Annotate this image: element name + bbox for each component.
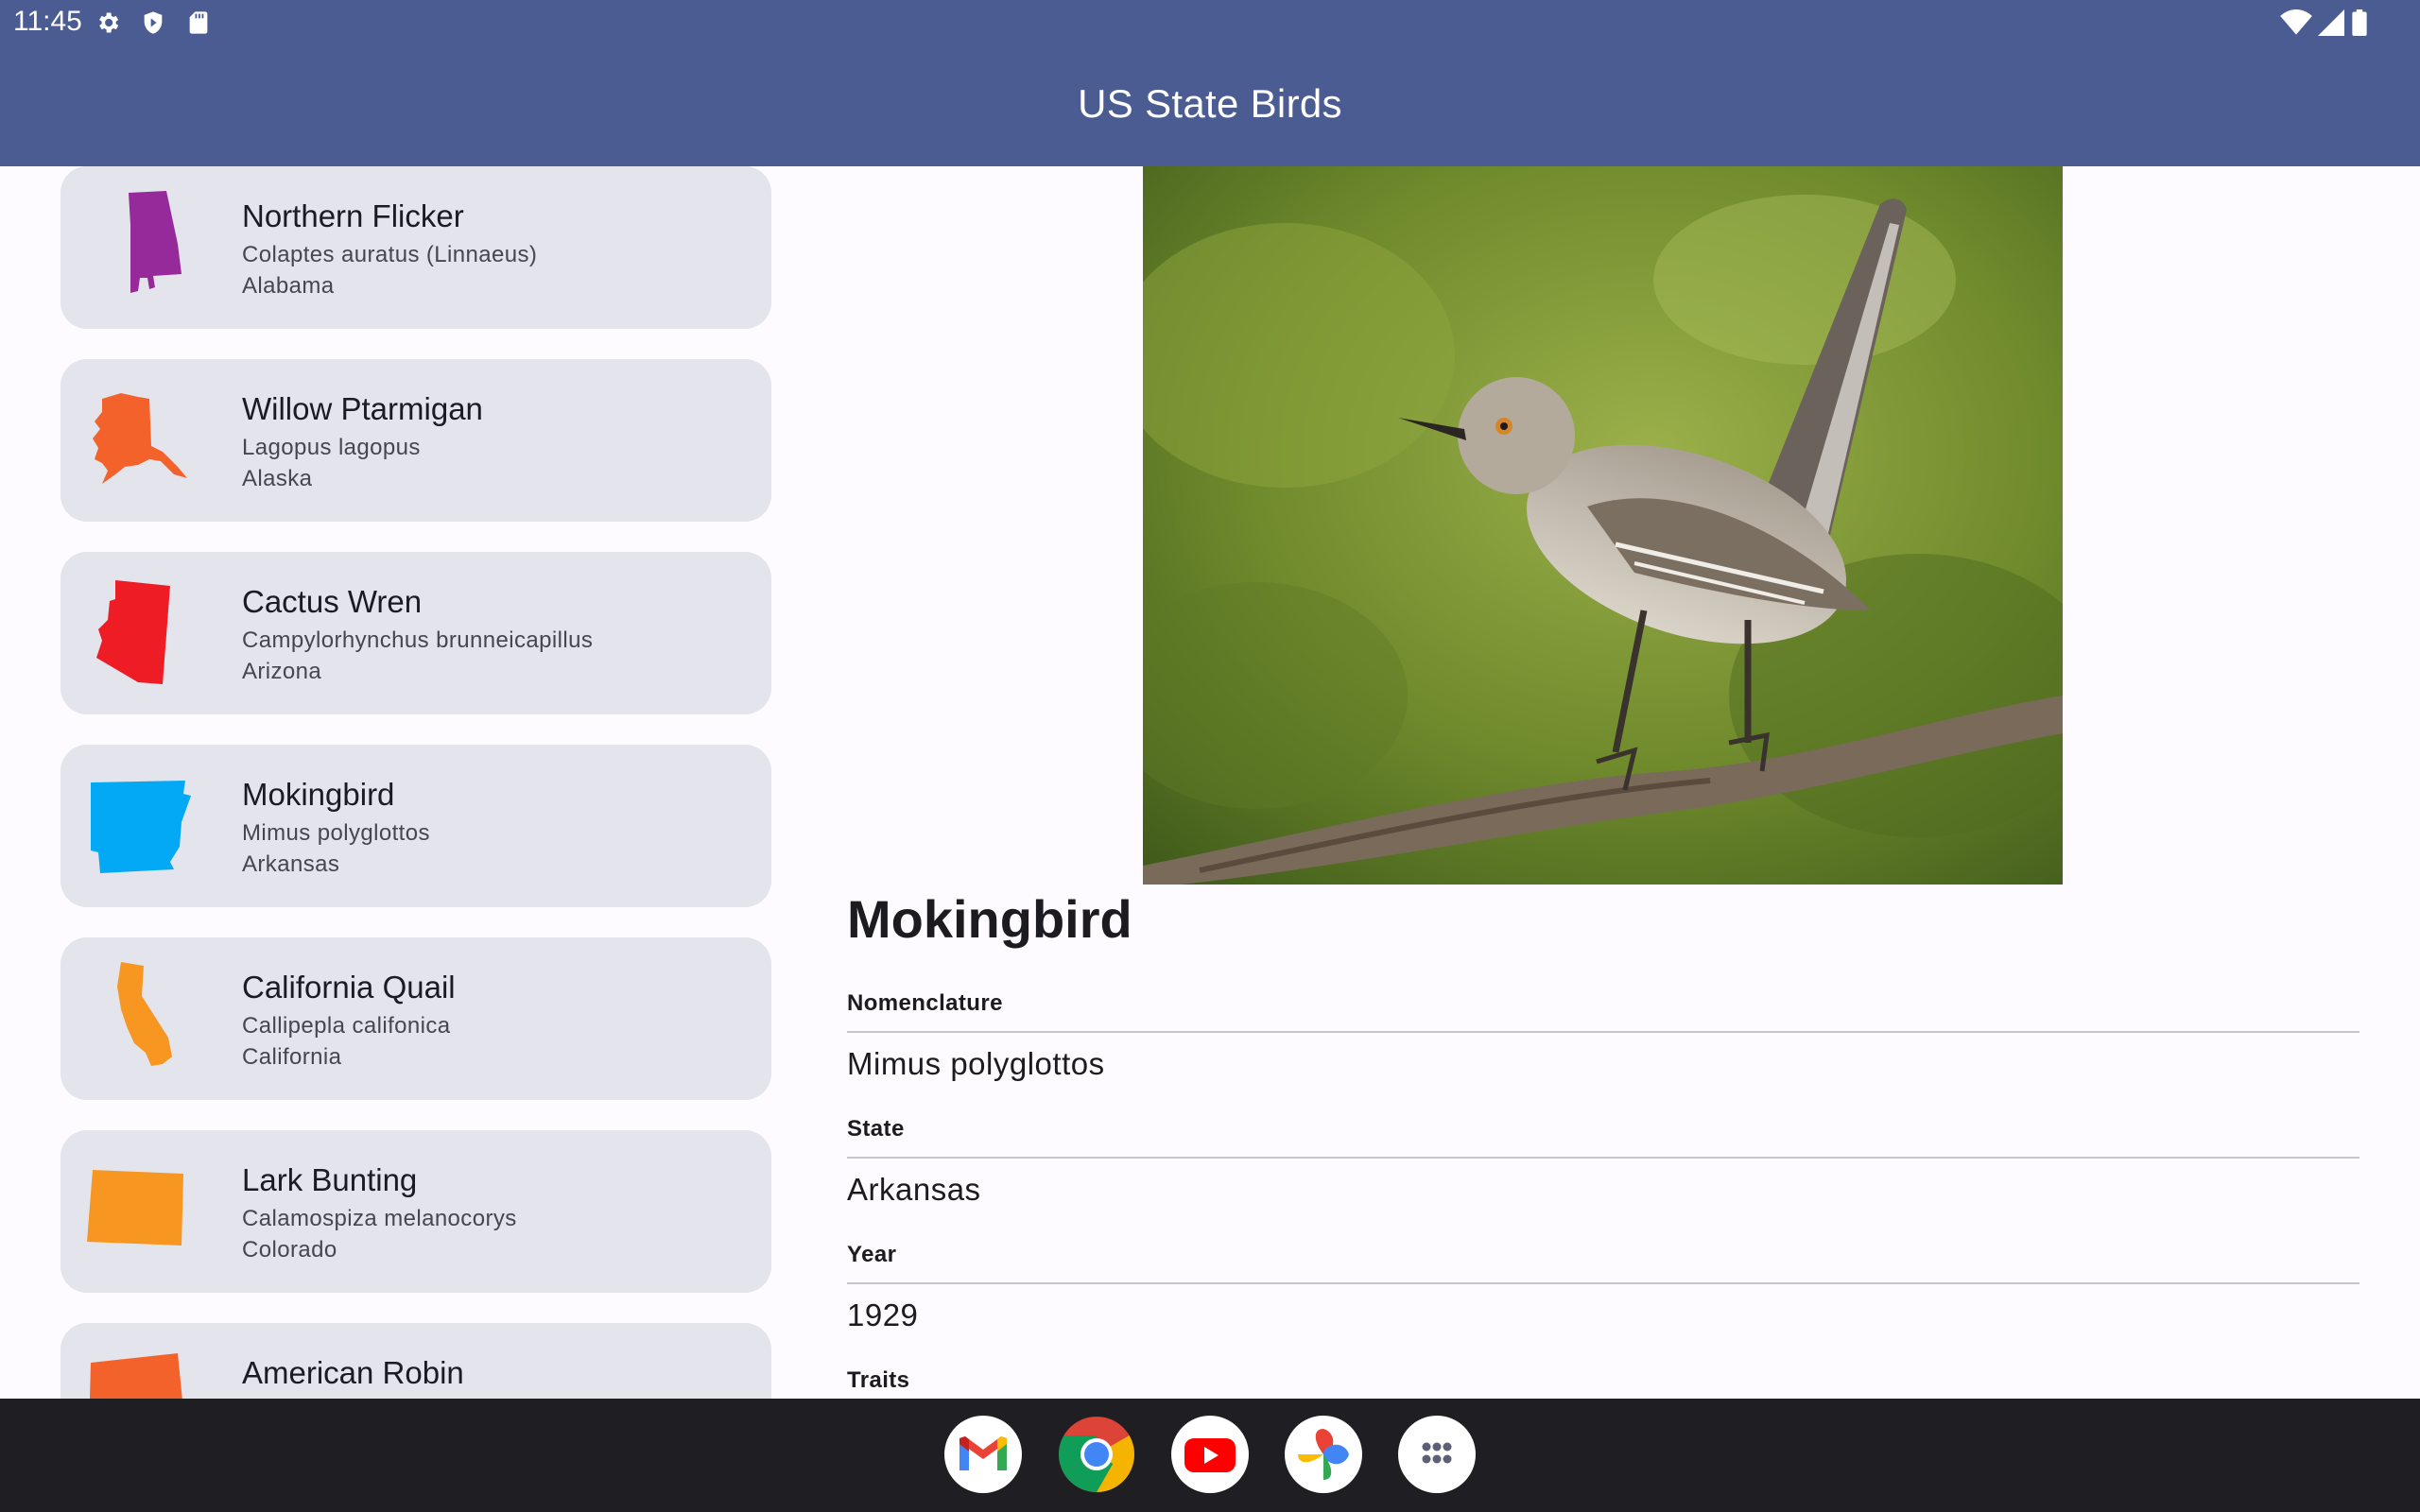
bird-name: Mokingbird <box>242 777 395 812</box>
status-time: 11:45 <box>13 6 82 37</box>
bird-scientific-name: Calamospiza melanocorys <box>242 1206 517 1231</box>
nomenclature-value: Mimus polyglottos <box>847 1046 1105 1081</box>
bird-card-california[interactable]: California Quail Callipepla califonica C… <box>60 937 771 1100</box>
bird-card-alabama[interactable]: Northern Flicker Colaptes auratus (Linna… <box>60 166 771 329</box>
shield-icon <box>144 11 163 34</box>
divider <box>847 1031 2360 1033</box>
bird-state: California <box>242 1044 342 1070</box>
divider <box>847 1157 2360 1159</box>
bird-name: Lark Bunting <box>242 1162 418 1197</box>
bird-scientific-name: Colaptes auratus (Linnaeus) <box>242 242 538 267</box>
signal-icon <box>2318 9 2344 36</box>
california-shape-icon <box>117 962 172 1066</box>
status-bar: 11:45 <box>0 0 2420 45</box>
photos-icon[interactable] <box>1285 1416 1362 1493</box>
bird-card-alaska[interactable]: Willow Ptarmigan Lagopus lagopus Alaska <box>60 359 771 522</box>
bird-name: American Robin <box>242 1355 464 1390</box>
bird-scientific-name: Campylorhynchus brunneicapillus <box>242 627 594 653</box>
bird-name: Willow Ptarmigan <box>242 391 483 426</box>
youtube-icon[interactable] <box>1171 1416 1249 1493</box>
bird-photo <box>1143 166 2063 885</box>
bird-card-arkansas[interactable]: Mokingbird Mimus polyglottos Arkansas <box>60 745 771 907</box>
year-label: Year <box>847 1242 897 1267</box>
alaska-shape-icon <box>93 393 187 484</box>
app-drawer-icon[interactable] <box>1398 1416 1476 1493</box>
bird-state: Alaska <box>242 466 313 491</box>
battery-icon <box>2352 9 2367 36</box>
bird-card-connecticut[interactable]: American Robin <box>60 1323 771 1399</box>
bird-card-colorado[interactable]: Lark Bunting Calamospiza melanocorys Col… <box>60 1130 771 1293</box>
bird-name: Northern Flicker <box>242 198 464 233</box>
wifi-icon <box>2280 9 2312 35</box>
year-value: 1929 <box>847 1297 919 1332</box>
app-title: US State Birds <box>1078 81 1342 126</box>
bird-card-arizona[interactable]: Cactus Wren Campylorhynchus brunneicapil… <box>60 552 771 714</box>
nomenclature-label: Nomenclature <box>847 990 1003 1016</box>
arkansas-shape-icon <box>91 781 191 873</box>
divider <box>847 1282 2360 1284</box>
bird-scientific-name: Mimus polyglottos <box>242 820 430 846</box>
bird-scientific-name: Callipepla califonica <box>242 1013 451 1039</box>
bird-state: Arkansas <box>242 851 340 877</box>
connecticut-shape-icon <box>90 1353 182 1399</box>
sd-card-icon <box>189 11 208 34</box>
chrome-icon[interactable] <box>1058 1416 1135 1493</box>
colorado-shape-icon <box>87 1170 183 1246</box>
bird-name: Cactus Wren <box>242 584 423 619</box>
bird-scientific-name: Lagopus lagopus <box>242 435 421 460</box>
bird-state: Alabama <box>242 273 335 299</box>
gear-icon <box>99 12 119 33</box>
state-value: Arkansas <box>847 1172 981 1207</box>
gmail-icon[interactable] <box>944 1416 1022 1493</box>
taskbar-dock <box>0 1399 2420 1512</box>
bird-state: Arizona <box>242 659 322 684</box>
arizona-shape-icon <box>96 580 170 684</box>
bird-name: California Quail <box>242 970 456 1005</box>
bird-state: Colorado <box>242 1237 337 1263</box>
top-app-bar: 11:45 US State Birds <box>0 0 2420 166</box>
state-label: State <box>847 1116 905 1142</box>
alabama-shape-icon <box>129 191 182 293</box>
bird-list[interactable]: Northern Flicker Colaptes auratus (Linna… <box>60 166 771 1399</box>
traits-label: Traits <box>847 1367 910 1393</box>
detail-title: Mokingbird <box>847 889 1132 949</box>
